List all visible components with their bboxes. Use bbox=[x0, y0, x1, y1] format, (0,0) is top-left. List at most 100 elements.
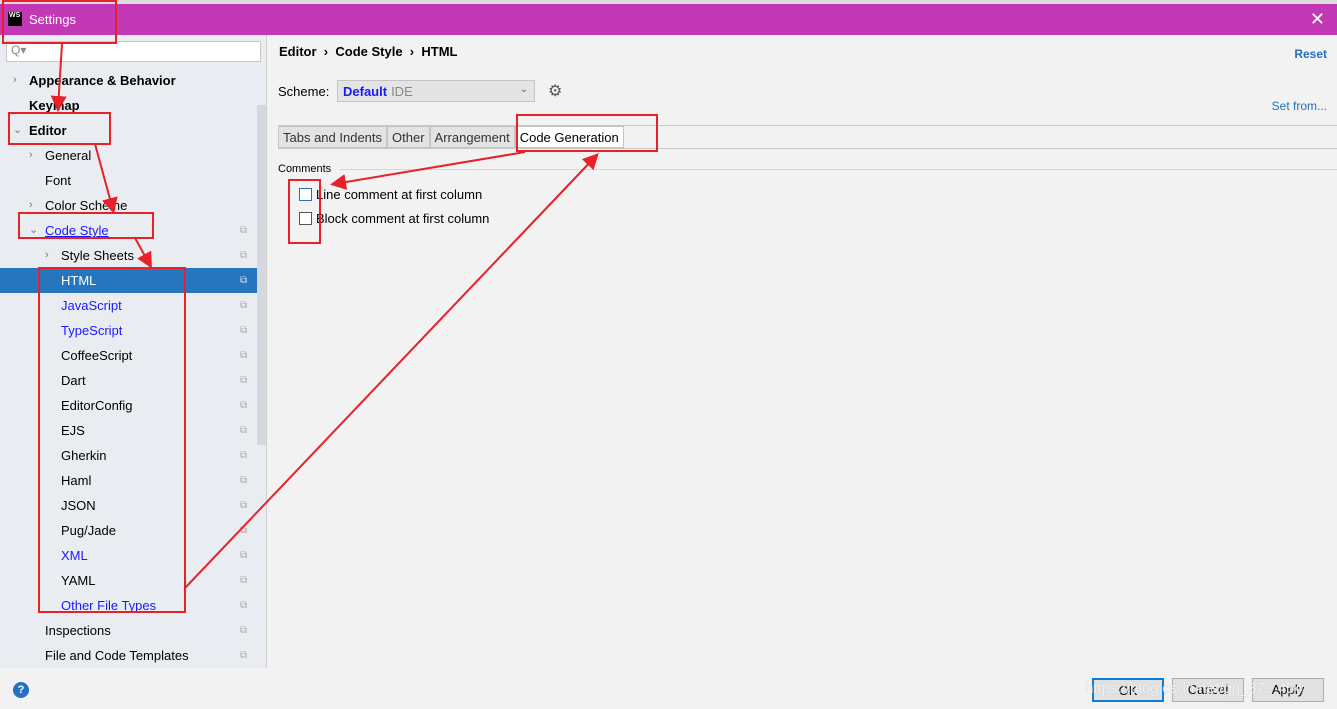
window-title: Settings bbox=[29, 12, 76, 27]
webstorm-logo-icon: WS bbox=[8, 12, 22, 26]
search-input[interactable]: Q▾ bbox=[6, 41, 261, 62]
chevron-down-icon[interactable]: ⌄ bbox=[13, 118, 22, 143]
sidebar-item-label: Keymap bbox=[29, 98, 80, 113]
sidebar-item-label: General bbox=[45, 148, 92, 163]
sidebar-item-font[interactable]: Font bbox=[0, 168, 257, 193]
sidebar-item-label: JSON bbox=[61, 498, 96, 513]
sidebar-item-keymap[interactable]: Keymap bbox=[0, 93, 257, 118]
block-comment-label: Block comment at first column bbox=[316, 211, 490, 226]
sidebar-item-gherkin[interactable]: Gherkin ⧉ bbox=[0, 443, 257, 468]
scheme-dropdown[interactable]: Default IDE ⌄ bbox=[337, 80, 535, 102]
copy-icon: ⧉ bbox=[240, 400, 248, 411]
chevron-right-icon[interactable]: › bbox=[45, 243, 49, 268]
sidebar-item-label: Dart bbox=[61, 373, 86, 388]
copy-icon: ⧉ bbox=[240, 425, 248, 436]
copy-icon: ⧉ bbox=[240, 600, 248, 611]
sidebar-item-json[interactable]: JSON ⧉ bbox=[0, 493, 257, 518]
sidebar-item-label: Inspections bbox=[45, 623, 111, 638]
set-from-link[interactable]: Set from... bbox=[1272, 99, 1327, 113]
sidebar-item-label: Editor bbox=[29, 123, 67, 138]
divider bbox=[340, 169, 1337, 170]
search-icon: Q▾ bbox=[11, 43, 27, 57]
sidebar-item-html[interactable]: HTML ⧉ bbox=[0, 268, 257, 293]
line-comment-checkbox[interactable] bbox=[299, 188, 312, 201]
sidebar-item-pug-jade[interactable]: Pug/Jade ⧉ bbox=[0, 518, 257, 543]
breadcrumb-html: HTML bbox=[421, 44, 458, 59]
copy-icon: ⧉ bbox=[240, 450, 248, 461]
watermark: https://blog.csdn.net/qq_37...454 bbox=[1085, 680, 1303, 697]
sidebar-item-dart[interactable]: Dart ⧉ bbox=[0, 368, 257, 393]
sidebar-item-label: Appearance & Behavior bbox=[29, 73, 176, 88]
sidebar-item-label: Gherkin bbox=[61, 448, 107, 463]
sidebar-item-label: Other File Types bbox=[61, 598, 157, 613]
block-comment-checkbox[interactable] bbox=[299, 212, 312, 225]
sidebar-item-xml[interactable]: XML ⧉ bbox=[0, 543, 257, 568]
copy-icon: ⧉ bbox=[240, 550, 248, 561]
breadcrumb-separator: › bbox=[409, 44, 415, 59]
scheme-label: Scheme: bbox=[278, 84, 330, 99]
sidebar-scrollbar[interactable] bbox=[257, 105, 266, 445]
tab-arrangement[interactable]: Arrangement bbox=[429, 126, 515, 148]
copy-icon: ⧉ bbox=[240, 350, 248, 361]
sidebar-item-other-file-types[interactable]: Other File Types ⧉ bbox=[0, 593, 257, 618]
copy-icon: ⧉ bbox=[240, 475, 248, 486]
copy-icon: ⧉ bbox=[240, 525, 248, 536]
breadcrumb-editor: Editor bbox=[279, 44, 317, 59]
sidebar-item-editorconfig[interactable]: EditorConfig ⧉ bbox=[0, 393, 257, 418]
sidebar-item-label: Haml bbox=[61, 473, 92, 488]
sidebar-item-label: YAML bbox=[61, 573, 96, 588]
sidebar-item-editor[interactable]: ⌄ Editor bbox=[0, 118, 257, 143]
sidebar-item-label: CoffeeScript bbox=[61, 348, 133, 363]
tab-bar: Tabs and Indents Other Arrangement Code … bbox=[278, 126, 624, 148]
copy-icon: ⧉ bbox=[240, 625, 248, 636]
sidebar-item-appearance-behavior[interactable]: › Appearance & Behavior bbox=[0, 68, 257, 93]
sidebar-item-javascript[interactable]: JavaScript ⧉ bbox=[0, 293, 257, 318]
copy-icon: ⧉ bbox=[240, 375, 248, 386]
sidebar-item-color-scheme[interactable]: › Color Scheme bbox=[0, 193, 257, 218]
chevron-right-icon[interactable]: › bbox=[29, 193, 33, 218]
sidebar-item-label: XML bbox=[61, 548, 88, 563]
tab-tabs-and-indents[interactable]: Tabs and Indents bbox=[278, 126, 388, 148]
chevron-right-icon[interactable]: › bbox=[13, 68, 17, 93]
sidebar-item-ejs[interactable]: EJS ⧉ bbox=[0, 418, 257, 443]
sidebar-item-haml[interactable]: Haml ⧉ bbox=[0, 468, 257, 493]
sidebar-item-label: File and Code Templates bbox=[45, 648, 189, 663]
main-panel: Editor › Code Style › HTML Reset Scheme:… bbox=[268, 35, 1337, 668]
scheme-sub: IDE bbox=[391, 84, 413, 99]
divider bbox=[278, 148, 1337, 149]
sidebar-item-coffeescript[interactable]: CoffeeScript ⧉ bbox=[0, 343, 257, 368]
scheme-value: Default bbox=[343, 84, 388, 99]
sidebar-item-inspections[interactable]: Inspections ⧉ bbox=[0, 618, 257, 643]
gear-icon[interactable]: ⚙ bbox=[548, 81, 562, 101]
help-icon[interactable]: ? bbox=[13, 682, 29, 698]
sidebar-item-yaml[interactable]: YAML ⧉ bbox=[0, 568, 257, 593]
breadcrumb-separator: › bbox=[323, 44, 329, 59]
sidebar-item-general[interactable]: › General bbox=[0, 143, 257, 168]
sidebar-item-label: JavaScript bbox=[61, 298, 122, 313]
reset-link[interactable]: Reset bbox=[1294, 47, 1327, 61]
close-icon[interactable]: ✕ bbox=[1310, 9, 1325, 30]
chevron-right-icon[interactable]: › bbox=[29, 143, 33, 168]
copy-icon: ⧉ bbox=[240, 225, 248, 236]
copy-icon: ⧉ bbox=[240, 325, 248, 336]
settings-sidebar: Q▾ › Appearance & Behavior Keymap ⌄ Editor › G… bbox=[0, 35, 267, 668]
sidebar-item-label: Style Sheets bbox=[61, 248, 134, 263]
sidebar-item-code-style[interactable]: ⌄ Code Style ⧉ bbox=[0, 218, 257, 243]
comments-group-label: Comments bbox=[278, 163, 332, 175]
chevron-down-icon[interactable]: ⌄ bbox=[29, 218, 38, 243]
breadcrumb: Editor › Code Style › HTML bbox=[279, 44, 457, 59]
chevron-down-icon: ⌄ bbox=[519, 84, 528, 95]
copy-icon: ⧉ bbox=[240, 250, 248, 261]
sidebar-item-label: Font bbox=[45, 173, 72, 188]
tab-other[interactable]: Other bbox=[387, 126, 430, 148]
sidebar-item-label: Code Style bbox=[45, 223, 109, 238]
sidebar-item-typescript[interactable]: TypeScript ⧉ bbox=[0, 318, 257, 343]
copy-icon: ⧉ bbox=[240, 650, 248, 661]
sidebar-item-label: EJS bbox=[61, 423, 85, 438]
sidebar-item-label: Color Scheme bbox=[45, 198, 128, 213]
copy-icon: ⧉ bbox=[240, 300, 248, 311]
sidebar-item-style-sheets[interactable]: › Style Sheets ⧉ bbox=[0, 243, 257, 268]
sidebar-item-file-and-code-templates[interactable]: File and Code Templates ⧉ bbox=[0, 643, 257, 668]
sidebar-item-label: EditorConfig bbox=[61, 398, 133, 413]
tab-code-generation[interactable]: Code Generation bbox=[514, 126, 624, 148]
